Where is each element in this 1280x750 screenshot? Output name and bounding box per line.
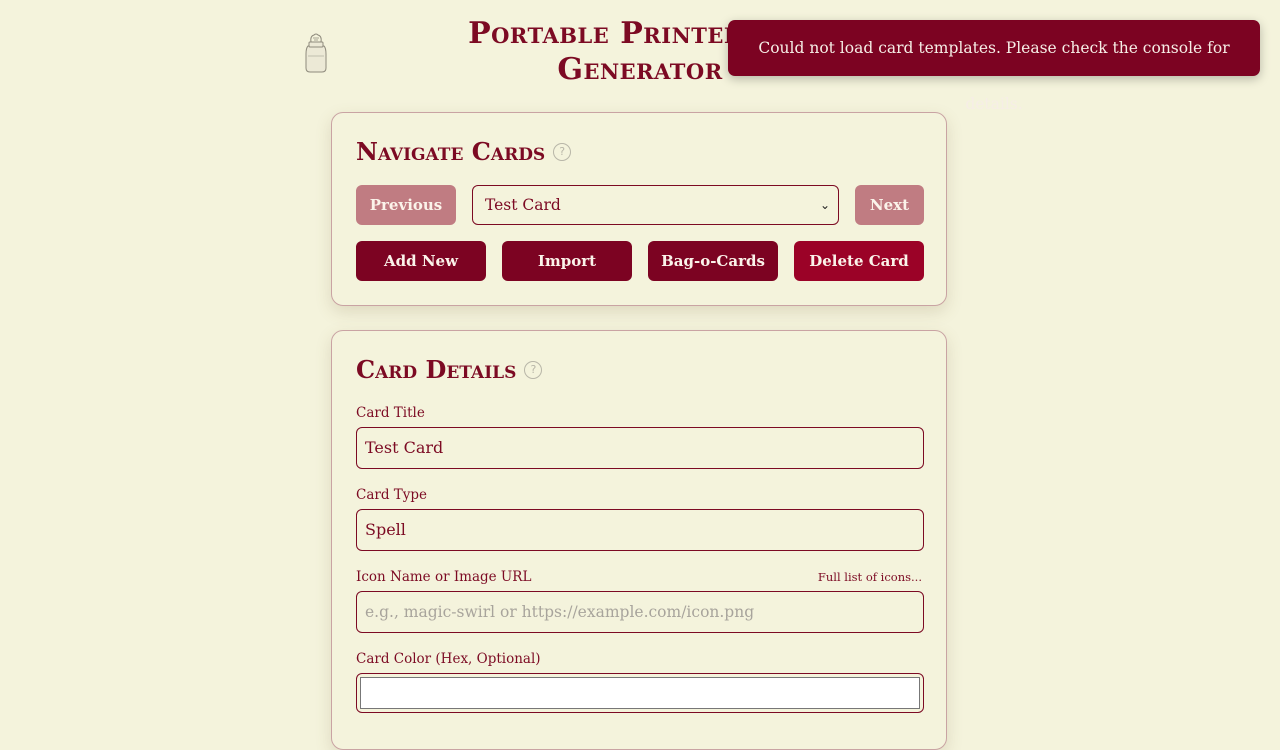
card-color-input[interactable] xyxy=(356,673,924,713)
card-details-heading-text: Card Details xyxy=(356,355,517,384)
navigate-cards-heading-text: Navigate Cards xyxy=(356,137,546,166)
icon-input[interactable]: e.g., magic-swirl or https://example.com… xyxy=(356,591,924,633)
card-title-value: Test Card xyxy=(365,438,444,457)
import-button[interactable]: Import xyxy=(502,241,632,281)
navigate-cards-panel: Navigate Cards? Previous Test Card ⌄ Nex… xyxy=(331,112,947,306)
delete-card-button[interactable]: Delete Card xyxy=(794,241,924,281)
card-select[interactable]: Test Card ⌄ xyxy=(472,185,839,225)
help-icon[interactable]: ? xyxy=(553,142,572,161)
card-color-label: Card Color (Hex, Optional) xyxy=(356,651,541,667)
next-button[interactable]: Next xyxy=(855,185,924,225)
error-toast[interactable]: Could not load card templates. Please ch… xyxy=(728,20,1260,113)
card-select-value: Test Card xyxy=(485,196,561,214)
bag-o-cards-button[interactable]: Bag-o-Cards xyxy=(648,241,778,281)
card-title-label: Card Title xyxy=(356,405,425,421)
card-type-value: Spell xyxy=(365,520,406,539)
previous-button[interactable]: Previous xyxy=(356,185,456,225)
icons-list-link[interactable]: Full list of icons... xyxy=(818,570,922,584)
card-details-panel: Card Details? Card Title Test Card Card … xyxy=(331,330,947,750)
help-icon[interactable]: ? xyxy=(524,360,543,379)
card-type-label: Card Type xyxy=(356,487,428,503)
navigate-cards-heading: Navigate Cards? xyxy=(356,137,572,167)
jar-icon xyxy=(305,33,327,73)
chevron-down-icon: ⌄ xyxy=(819,198,830,212)
card-title-input[interactable]: Test Card xyxy=(356,427,924,469)
icon-input-placeholder: e.g., magic-swirl or https://example.com… xyxy=(365,603,755,621)
add-new-button[interactable]: Add New xyxy=(356,241,486,281)
card-color-inner-field[interactable] xyxy=(360,677,920,709)
icon-label: Icon Name or Image URL xyxy=(356,569,532,585)
card-type-input[interactable]: Spell xyxy=(356,509,924,551)
card-details-heading: Card Details? xyxy=(356,355,543,385)
